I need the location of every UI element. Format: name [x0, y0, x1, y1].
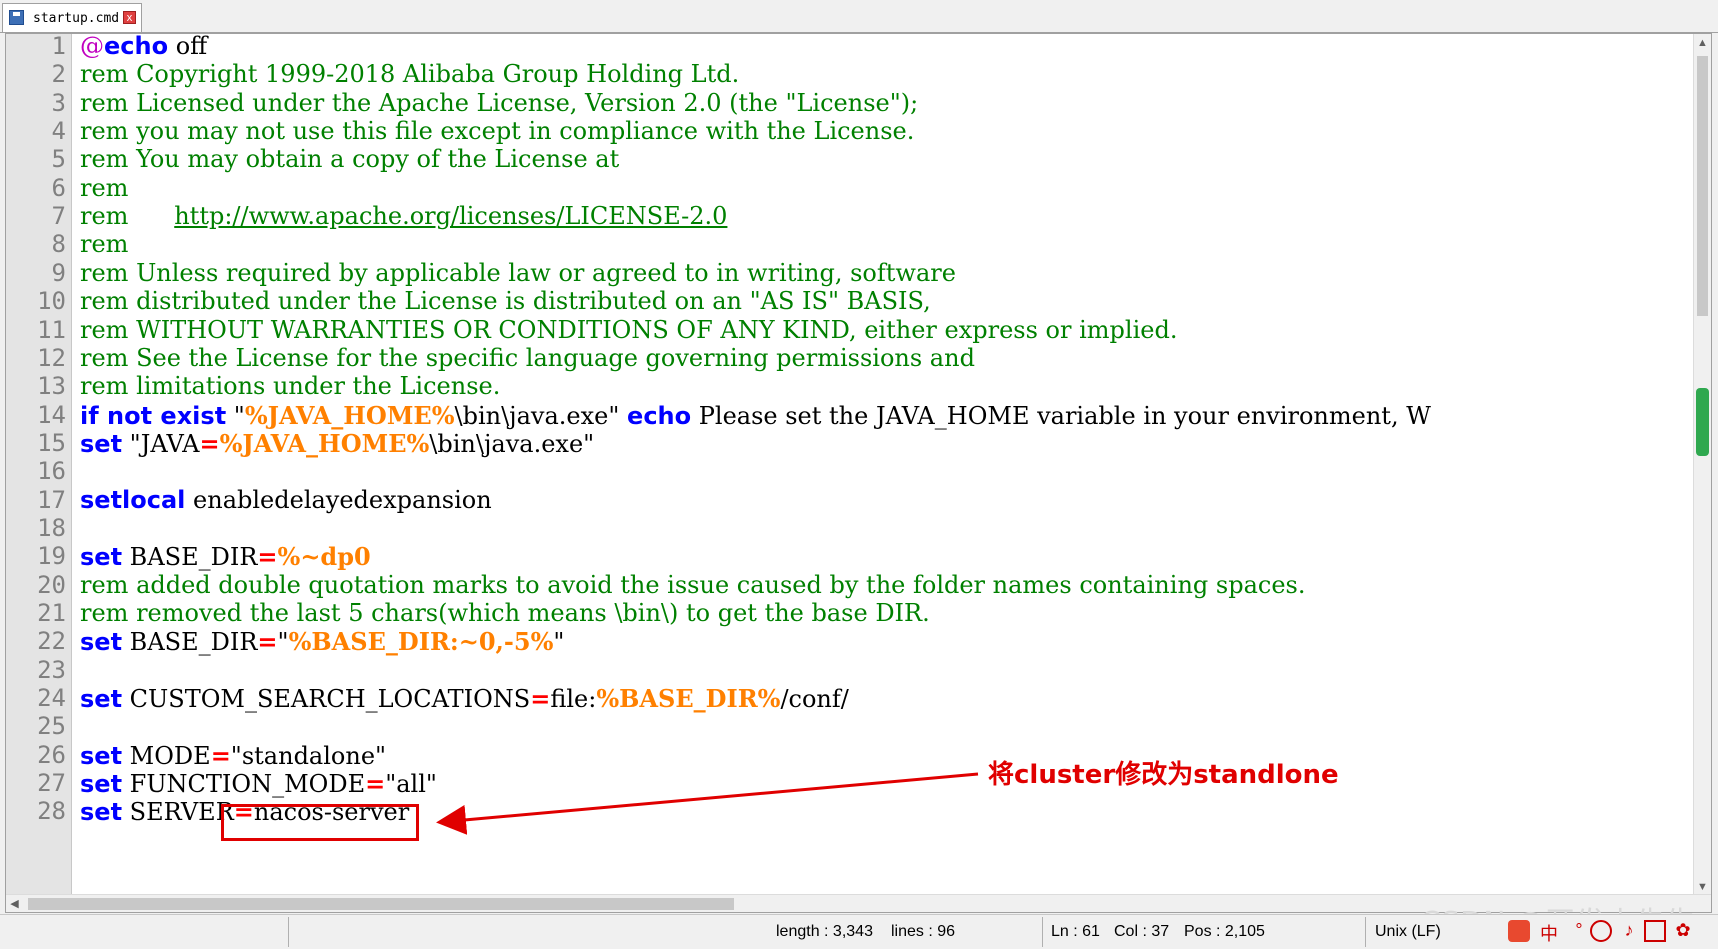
status-lines: lines : 96: [891, 923, 956, 940]
annotation-label: 将cluster修改为standlone: [988, 760, 1339, 790]
punctuation-icon[interactable]: °: [1568, 920, 1590, 942]
settings-icon[interactable]: ✿: [1672, 920, 1694, 942]
status-col: Col : 37: [1114, 923, 1170, 940]
ime-icon[interactable]: 中: [1538, 920, 1560, 944]
status-pos: Pos : 2,105: [1184, 923, 1265, 940]
annotation-arrow: [436, 772, 979, 835]
status-eol: Unix (LF): [1375, 923, 1441, 940]
status-bar: length : 3,343 lines : 96 Ln : 61 Col : …: [0, 914, 1718, 949]
keyboard-icon[interactable]: [1644, 920, 1666, 942]
emoji-icon[interactable]: [1590, 920, 1612, 942]
status-ln: Ln : 61: [1051, 923, 1100, 940]
status-length: length : 3,343: [776, 923, 873, 940]
mic-icon[interactable]: ♪: [1618, 920, 1640, 942]
csdn-logo-icon: [1508, 920, 1530, 942]
